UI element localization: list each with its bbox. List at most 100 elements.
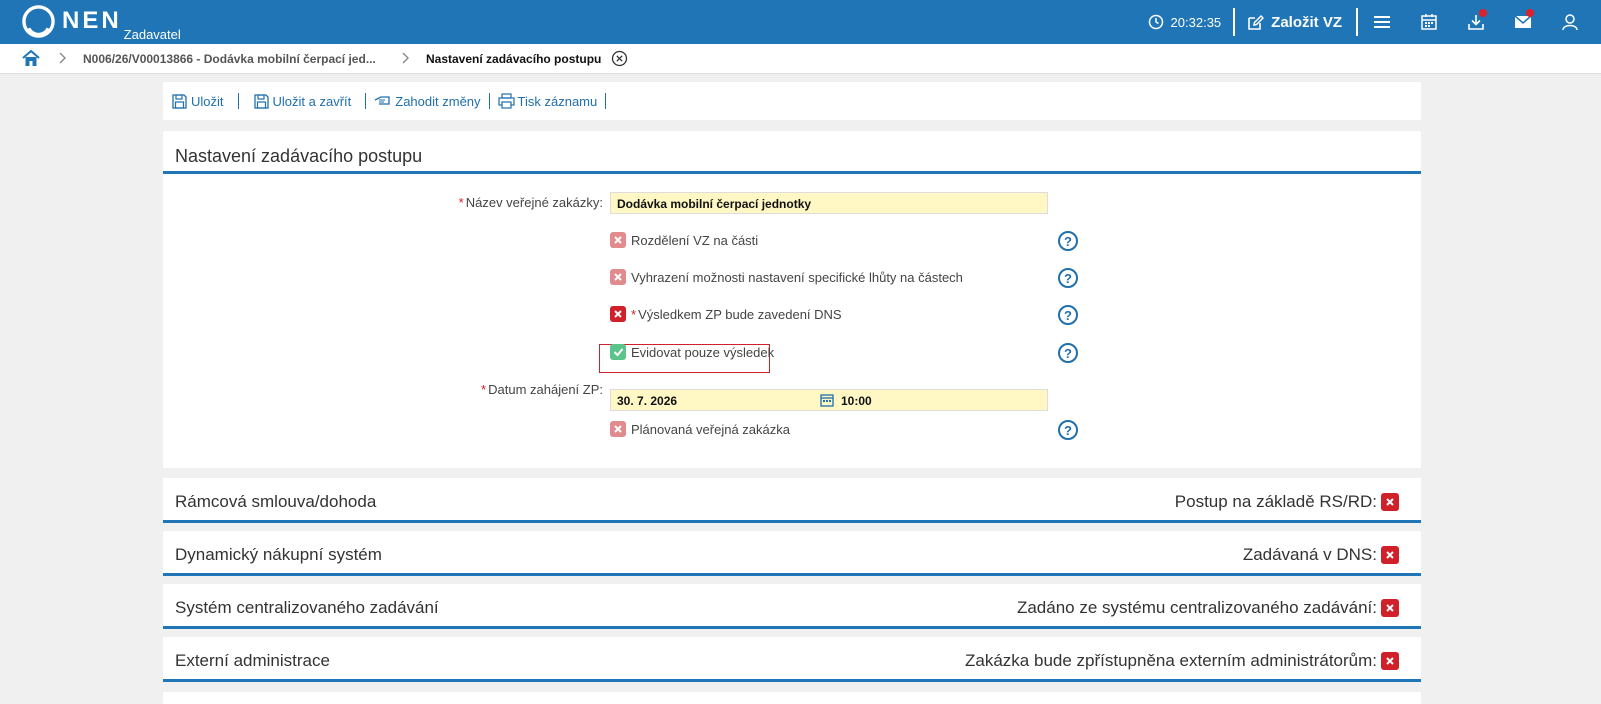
help-icon[interactable]: ?: [1058, 268, 1078, 288]
create-vz-label: Založit VZ: [1271, 13, 1342, 31]
split-label: Rozdělení VZ na části: [631, 232, 759, 248]
only-result-checkbox-row[interactable]: Evidovat pouze výsledek: [610, 344, 774, 360]
notification-dot: [1526, 9, 1534, 17]
specific-deadline-checkbox-row[interactable]: Vyhrazení možnosti nastavení specifické …: [610, 269, 963, 285]
checked-icon[interactable]: [610, 344, 626, 360]
section-title: Systém centralizovaného zadávání: [175, 598, 439, 617]
section-status-label: Postup na základě RS/RD:: [1174, 492, 1377, 511]
time-input[interactable]: 10:00: [841, 394, 872, 408]
save-label: Uložit: [191, 93, 224, 109]
printer-icon: [497, 93, 515, 109]
breadcrumb-item-current: Nastavení zadávacího postupu: [426, 52, 602, 66]
unchecked-x-icon[interactable]: [610, 269, 626, 285]
hamburger-icon: [1373, 16, 1390, 28]
user-button[interactable]: [1546, 0, 1593, 44]
unchecked-x-icon[interactable]: [610, 306, 626, 322]
top-right-tools: 20:32:35 Založit VZ: [1148, 0, 1601, 44]
clock-time: 20:32:35: [1170, 14, 1222, 30]
name-label-text: Název veřejné zakázky:: [465, 195, 603, 210]
section-dynamic-purchasing[interactable]: Dynamický nákupní systém Zadávaná v DNS:: [163, 531, 1421, 576]
section-underline: [163, 520, 1421, 523]
downloads-button[interactable]: [1452, 0, 1499, 44]
help-icon[interactable]: ?: [1058, 305, 1078, 325]
print-label: Tisk záznamu: [517, 93, 598, 109]
date-label-text: Datum zahájení ZP:: [488, 382, 603, 397]
split-checkbox-row[interactable]: Rozdělení VZ na části: [610, 232, 758, 248]
specific-deadline-label: Vyhrazení možnosti nastavení specifické …: [631, 269, 963, 285]
breadcrumb-item-procurement[interactable]: N006/26/V00013866 - Dodávka mobilní čerp…: [83, 52, 376, 66]
create-vz-button[interactable]: Založit VZ: [1235, 14, 1356, 31]
save-close-label: Uložit a zavřít: [272, 93, 352, 109]
calendar-icon[interactable]: [820, 393, 834, 407]
divider: [605, 93, 607, 109]
procedure-settings-panel: Nastavení zadávacího postupu * Název veře…: [163, 131, 1421, 468]
calendar-button[interactable]: [1405, 0, 1452, 44]
unchecked-x-icon: [1381, 493, 1399, 511]
date-input[interactable]: 30. 7. 2026: [617, 394, 677, 408]
help-icon[interactable]: ?: [1058, 420, 1078, 440]
name-label: * Název veřejné zakázky:: [363, 195, 603, 210]
section-underline: [163, 679, 1421, 682]
name-input[interactable]: Dodávka mobilní čerpací jednotky: [610, 192, 1048, 214]
section-centralized-procurement[interactable]: Systém centralizovaného zadávání Zadáno …: [163, 584, 1421, 629]
discard-label: Zahodit změny: [395, 93, 481, 109]
panel-underline: [163, 171, 1421, 174]
notification-dot: [1479, 9, 1487, 17]
required-mark: *: [631, 306, 637, 322]
discard-button[interactable]: Zahodit změny: [374, 92, 481, 110]
floppy-icon: [253, 93, 269, 109]
nen-logo[interactable]: NEN Zadavatel: [22, 5, 181, 42]
save-close-button[interactable]: Uložit a zavřít: [253, 92, 352, 110]
section-status-label: Zadávaná v DNS:: [1242, 545, 1377, 564]
session-clock: 20:32:35: [1148, 14, 1234, 30]
chevron-right-icon: [59, 52, 66, 64]
help-icon[interactable]: ?: [1058, 343, 1078, 363]
section-framework-agreement[interactable]: Rámcová smlouva/dohoda Postup na základě…: [163, 478, 1421, 523]
close-circle-icon[interactable]: [611, 50, 628, 67]
section-title: Externí administrace: [175, 651, 330, 670]
section-status-label: Zakázka bude zpřístupněna externím admin…: [965, 651, 1377, 670]
breadcrumb: N006/26/V00013866 - Dodávka mobilní čerp…: [0, 44, 1601, 74]
chevron-right-icon: [402, 52, 409, 64]
user-icon: [1561, 14, 1578, 31]
edit-icon: [1248, 14, 1265, 30]
section-underline: [163, 573, 1421, 576]
home-icon[interactable]: [22, 50, 40, 67]
section-title: Rámcová smlouva/dohoda: [175, 492, 377, 511]
divider: [488, 93, 490, 109]
required-mark: *: [481, 382, 487, 397]
undo-hand-icon: [374, 96, 390, 105]
section-title: Dynamický nákupní systém: [175, 545, 382, 564]
unchecked-x-icon: [1381, 652, 1399, 670]
divider: [365, 93, 367, 109]
only-result-label: Evidovat pouze výsledek: [631, 344, 775, 360]
date-label: * Datum zahájení ZP:: [363, 382, 603, 397]
planned-label: Plánovaná veřejná zakázka: [631, 421, 790, 437]
messages-button[interactable]: [1499, 0, 1546, 44]
dns-label: Výsledkem ZP bude zavedení DNS: [638, 306, 842, 322]
start-date-field[interactable]: 30. 7. 2026 10:00: [610, 389, 1048, 411]
unchecked-x-icon[interactable]: [610, 232, 626, 248]
section-underline: [163, 626, 1421, 629]
form-toolbar: Uložit Uložit a zavřít Zahodit změny Tis…: [163, 82, 1421, 120]
required-mark: *: [458, 195, 464, 210]
planned-checkbox-row[interactable]: Plánovaná veřejná zakázka: [610, 421, 790, 437]
help-icon[interactable]: ?: [1058, 231, 1078, 251]
unchecked-x-icon[interactable]: [610, 421, 626, 437]
menu-button[interactable]: [1358, 0, 1405, 44]
dns-checkbox-row[interactable]: * Výsledkem ZP bude zavedení DNS: [610, 306, 842, 322]
section-status-label: Zadáno ze systému centralizovaného zadáv…: [1016, 598, 1377, 617]
section-next-partial: [163, 692, 1421, 704]
unchecked-x-icon: [1381, 599, 1399, 617]
calendar-icon: [1420, 14, 1437, 30]
floppy-icon: [172, 93, 187, 109]
envelope-icon: [1514, 15, 1531, 28]
clock-icon: [1148, 14, 1163, 30]
panel-title: Nastavení zadávacího postupu: [175, 146, 423, 166]
logo-text: NEN: [62, 7, 122, 34]
divider: [237, 93, 239, 109]
save-button[interactable]: Uložit: [171, 92, 224, 110]
section-external-administration[interactable]: Externí administrace Zakázka bude zpříst…: [163, 637, 1421, 682]
print-button[interactable]: Tisk záznamu: [497, 92, 598, 110]
logo-circle-icon: [22, 5, 55, 38]
